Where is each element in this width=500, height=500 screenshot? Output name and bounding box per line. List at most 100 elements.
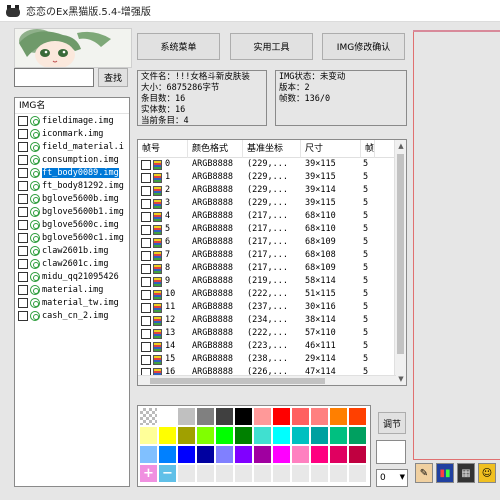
edit-image-icon[interactable]: ✎ [415,463,433,483]
color-swatch[interactable] [291,407,310,426]
color-swatch[interactable] [139,445,158,464]
color-swatch[interactable] [348,445,367,464]
frame-row[interactable]: 10 ARGB8888 (222,... 51×115 5 [138,288,406,301]
frame-checkbox[interactable] [141,315,151,326]
empty-swatch[interactable] [291,464,310,483]
color-swatch[interactable] [348,407,367,426]
img-list-item[interactable]: material.img [15,283,129,296]
color-swatch[interactable] [329,407,348,426]
img-list-item[interactable]: material_tw.img [15,296,129,309]
color-swatch[interactable] [215,407,234,426]
frame-row[interactable]: 11 ARGB8888 (237,... 30×116 5 [138,301,406,314]
img-checkbox[interactable] [18,154,28,165]
color-swatch[interactable] [272,407,291,426]
color-swatch[interactable] [177,407,196,426]
color-swatch[interactable] [253,426,272,445]
color-swatch[interactable] [158,426,177,445]
frame-row[interactable]: 4 ARGB8888 (217,... 68×110 5 [138,210,406,223]
color-swatch[interactable] [310,407,329,426]
empty-swatch[interactable] [215,464,234,483]
color-swatch[interactable] [196,445,215,464]
frame-row[interactable]: 5 ARGB8888 (217,... 68×110 5 [138,223,406,236]
zoom-select[interactable]: 0 ▼ [376,469,408,487]
empty-swatch[interactable] [329,464,348,483]
frame-row[interactable]: 6 ARGB8888 (217,... 68×109 5 [138,236,406,249]
color-swatch[interactable] [253,445,272,464]
transparent-swatch[interactable] [139,407,158,426]
color-swatch[interactable] [215,445,234,464]
color-swatch[interactable] [234,407,253,426]
color-swatch[interactable] [139,426,158,445]
empty-swatch[interactable] [348,464,367,483]
empty-swatch[interactable] [234,464,253,483]
col-base-coord[interactable]: 基准坐标 [243,140,301,158]
scroll-down-icon[interactable]: ▼ [395,373,406,385]
img-list-item[interactable]: midu_qq21095426 [15,270,129,283]
frame-checkbox[interactable] [141,354,151,365]
frame-table-horizontal-scrollbar[interactable] [138,375,396,385]
img-list-item[interactable]: bglove5600b.img [15,192,129,205]
frame-checkbox[interactable] [141,276,151,287]
frame-row[interactable]: 15 ARGB8888 (238,... 29×114 5 [138,353,406,366]
frame-row[interactable]: 2 ARGB8888 (229,... 39×114 5 [138,184,406,197]
img-checkbox[interactable] [18,115,28,126]
color-swatch[interactable] [196,426,215,445]
img-list-item[interactable]: cash_cn_2.img [15,309,129,322]
img-list-item[interactable]: fieldimage.img [15,114,129,127]
img-checkbox[interactable] [18,258,28,269]
img-list-item[interactable]: bglove5600c1.img [15,231,129,244]
empty-swatch[interactable] [196,464,215,483]
empty-swatch[interactable] [177,464,196,483]
img-list-item[interactable]: field_material.i [15,140,129,153]
frame-checkbox[interactable] [141,263,151,274]
img-search-input[interactable] [14,68,94,87]
col-frame[interactable]: 帧 [361,140,375,158]
img-checkbox[interactable] [18,167,28,178]
color-swatch[interactable] [272,445,291,464]
img-list-item[interactable]: claw2601b.img [15,244,129,257]
img-checkbox[interactable] [18,193,28,204]
frame-table[interactable]: 帧号 颜色格式 基准坐标 尺寸 帧 0 ARGB8888 (229,... 39×11… [137,139,407,386]
frame-table-vertical-scrollbar[interactable]: ▲ ▼ [394,140,406,385]
frame-row[interactable]: 0 ARGB8888 (229,... 39×115 5 [138,158,406,171]
remove-color-icon[interactable]: − [158,464,177,483]
adjust-button[interactable]: 调节 [378,412,406,434]
frame-checkbox[interactable] [141,211,151,222]
color-swatch[interactable] [177,426,196,445]
img-checkbox[interactable] [18,310,28,321]
color-swatch[interactable] [272,426,291,445]
img-checkbox[interactable] [18,297,28,308]
frame-checkbox[interactable] [141,328,151,339]
img-checkbox[interactable] [18,271,28,282]
frame-checkbox[interactable] [141,289,151,300]
color-swatch[interactable] [310,445,329,464]
img-checkbox[interactable] [18,284,28,295]
search-button[interactable]: 查找 [98,68,128,87]
img-checkbox[interactable] [18,180,28,191]
color-swatch[interactable] [196,407,215,426]
img-confirm-button[interactable]: IMG修改确认 [322,33,405,60]
frame-checkbox[interactable] [141,159,151,170]
color-swatch[interactable] [234,445,253,464]
col-size[interactable]: 尺寸 [301,140,361,158]
img-list-item[interactable]: bglove5600b1.img [15,205,129,218]
frame-row[interactable]: 13 ARGB8888 (222,... 57×110 5 [138,327,406,340]
color-palette[interactable]: + − [137,405,371,487]
frame-row[interactable]: 9 ARGB8888 (219,... 58×114 5 [138,275,406,288]
img-list-item[interactable]: ft_body81292.img [15,179,129,192]
color-swatch[interactable] [348,426,367,445]
img-checkbox[interactable] [18,245,28,256]
empty-swatch[interactable] [253,464,272,483]
img-checkbox[interactable] [18,141,28,152]
col-frame-no[interactable]: 帧号 [138,140,188,158]
system-menu-button[interactable]: 系统菜单 [137,33,220,60]
frame-row[interactable]: 3 ARGB8888 (229,... 39×115 5 [138,197,406,210]
add-color-icon[interactable]: + [139,464,158,483]
frame-row[interactable]: 12 ARGB8888 (234,... 38×114 5 [138,314,406,327]
frame-checkbox[interactable] [141,250,151,261]
frame-checkbox[interactable] [141,172,151,183]
color-bars-icon[interactable]: ▮ ▮ [436,463,454,483]
color-swatch[interactable] [158,407,177,426]
img-checkbox[interactable] [18,206,28,217]
color-swatch[interactable] [158,445,177,464]
